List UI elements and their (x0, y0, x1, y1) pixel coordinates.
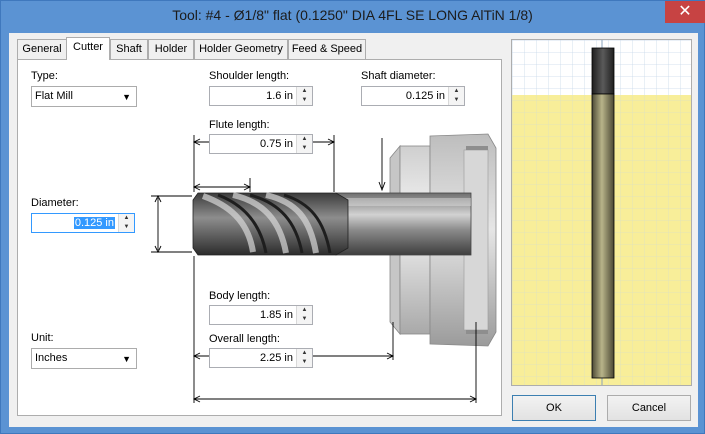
type-select[interactable]: Flat Mill ▼ (31, 86, 137, 107)
dialog-client: General Cutter Shaft Holder Holder Geome… (9, 33, 698, 427)
shaft-diameter-label: Shaft diameter: (361, 70, 436, 82)
flute-length-input[interactable]: 0.75 in ▲ ▼ (209, 134, 313, 154)
shoulder-length-value: 1.6 in (266, 90, 293, 102)
overall-length-value: 2.25 in (259, 352, 293, 364)
flute-length-value: 0.75 in (259, 138, 293, 150)
ok-button[interactable]: OK (512, 395, 596, 421)
spin-arrows-icon[interactable]: ▲ ▼ (296, 349, 312, 367)
chevron-down-icon: ▼ (122, 92, 131, 102)
diameter-label: Diameter: (31, 197, 79, 209)
tab-general[interactable]: General (17, 39, 67, 59)
overall-length-input[interactable]: 2.25 in ▲ ▼ (209, 348, 313, 368)
shaft-diameter-value: 0.125 in (405, 90, 445, 102)
unit-select[interactable]: Inches ▼ (31, 348, 137, 369)
unit-value: Inches (35, 352, 68, 364)
title-bar[interactable]: Tool: #4 - Ø1/8" flat (0.1250" DIA 4FL S… (1, 1, 705, 33)
shaft-diameter-input[interactable]: 0.125 in ▲ ▼ (361, 86, 465, 106)
spin-arrows-icon[interactable]: ▲ ▼ (448, 87, 464, 105)
type-label: Type: (31, 70, 58, 82)
tab-holder[interactable]: Holder (148, 39, 194, 59)
preview-tool (591, 93, 615, 379)
tab-holder-geometry[interactable]: Holder Geometry (194, 39, 288, 59)
tool-flutes (192, 192, 349, 256)
preview-holder (591, 47, 615, 95)
tool-dialog-window: Tool: #4 - Ø1/8" flat (0.1250" DIA 4FL S… (0, 0, 705, 434)
tool-shank (335, 192, 472, 256)
type-value: Flat Mill (35, 90, 73, 102)
cancel-button[interactable]: Cancel (607, 395, 691, 421)
preview-canvas (512, 40, 691, 385)
spin-arrows-icon[interactable]: ▲ ▼ (296, 135, 312, 153)
tool-preview (511, 39, 692, 386)
body-length-value: 1.85 in (259, 309, 293, 321)
body-length-label: Body length: (209, 290, 271, 302)
overall-length-label: Overall length: (209, 333, 280, 345)
shoulder-length-label: Shoulder length: (209, 70, 290, 82)
spin-arrows-icon[interactable]: ▲ ▼ (296, 87, 312, 105)
flute-length-label: Flute length: (209, 119, 270, 131)
unit-label: Unit: (31, 332, 54, 344)
tab-feed-speed[interactable]: Feed & Speed (288, 39, 366, 59)
tab-shaft[interactable]: Shaft (110, 39, 148, 59)
tab-cutter[interactable]: Cutter (66, 37, 110, 60)
spin-arrows-icon[interactable]: ▲ ▼ (118, 214, 134, 232)
window-title: Tool: #4 - Ø1/8" flat (0.1250" DIA 4FL S… (172, 7, 533, 23)
diameter-input[interactable]: 0.125 in ▲ ▼ (31, 213, 135, 233)
close-icon: ✕ (678, 3, 692, 20)
close-button[interactable]: ✕ (665, 1, 705, 23)
spin-arrows-icon[interactable]: ▲ ▼ (296, 306, 312, 324)
chevron-down-icon: ▼ (122, 354, 131, 364)
cutter-panel: Type: Flat Mill ▼ Diameter: 0.125 in ▲ ▼ … (17, 59, 502, 416)
diameter-value: 0.125 in (73, 217, 115, 229)
body-length-input[interactable]: 1.85 in ▲ ▼ (209, 305, 313, 325)
shoulder-length-input[interactable]: 1.6 in ▲ ▼ (209, 86, 313, 106)
